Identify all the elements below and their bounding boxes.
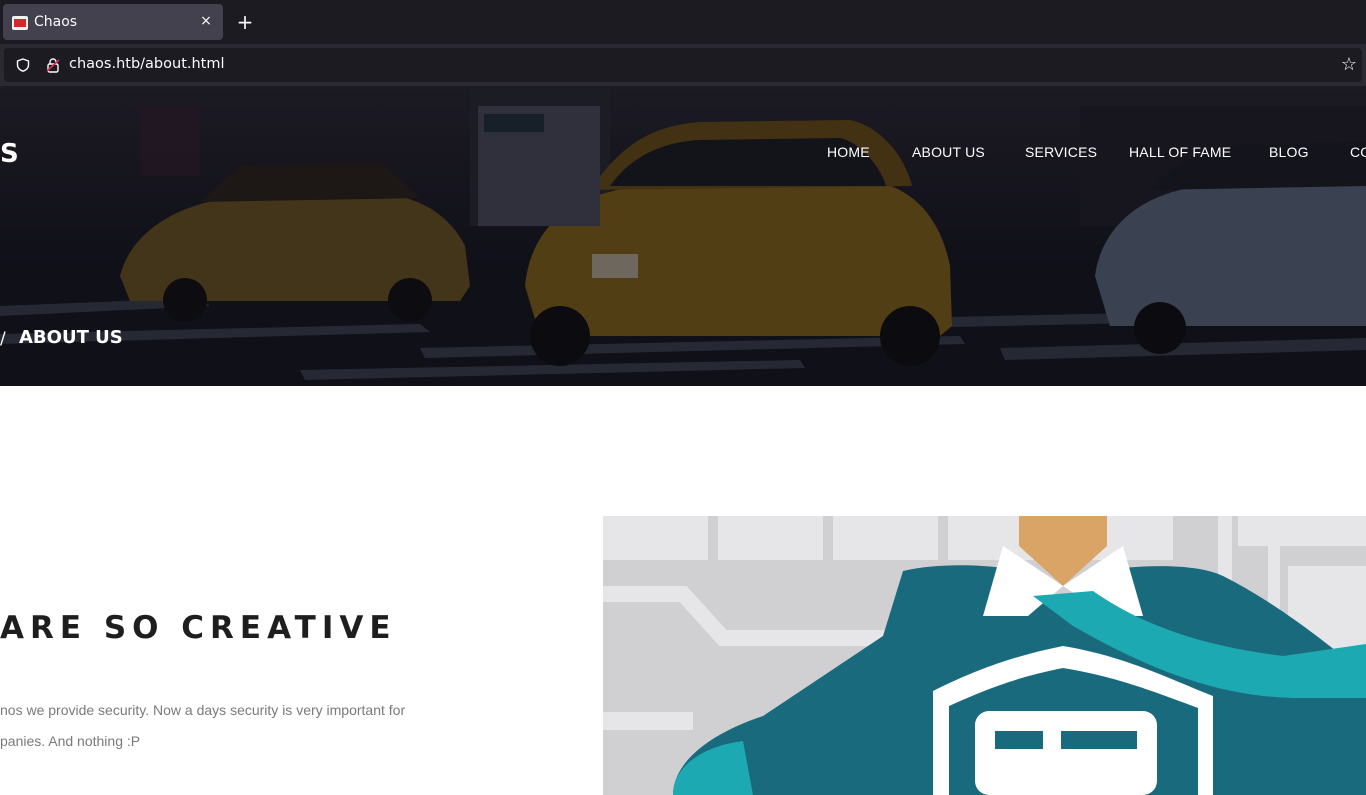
tab-chaos[interactable]: Chaos × xyxy=(3,4,223,40)
hero-background-image xyxy=(0,86,1366,386)
close-tab-icon[interactable]: × xyxy=(197,12,215,30)
breadcrumb-current-page: ABOUT US xyxy=(19,327,123,348)
tab-title: Chaos xyxy=(34,14,78,30)
security-hero-illustration xyxy=(603,516,1366,795)
insecure-lock-icon[interactable] xyxy=(45,57,61,73)
section-heading: ARE SO CREATIVE xyxy=(0,610,397,646)
superhero-graphic xyxy=(603,516,1366,795)
breadcrumb-separator: / xyxy=(0,329,6,349)
browser-chrome: Chaos × + chaos.htb/about.html ☆ xyxy=(0,0,1366,86)
shield-icon[interactable] xyxy=(16,58,30,72)
navigation-toolbar: chaos.htb/about.html ☆ xyxy=(0,44,1366,86)
tab-strip: Chaos × + xyxy=(0,0,1366,44)
section-paragraph: nos we provide security. Now a days secu… xyxy=(0,695,440,757)
nav-link-blog[interactable]: BLOG xyxy=(1269,144,1309,160)
hero-banner: S HOME ABOUT US SERVICES HALL OF FAME BL… xyxy=(0,86,1366,386)
new-tab-button[interactable]: + xyxy=(234,11,256,33)
site-favicon-icon xyxy=(12,16,28,30)
paragraph-line-1: nos we provide security. Now a days secu… xyxy=(0,702,406,718)
nav-link-contact[interactable]: CO xyxy=(1350,144,1366,160)
paragraph-line-2: panies. And nothing :P xyxy=(0,733,141,749)
site-logo-text[interactable]: S xyxy=(0,139,19,169)
bookmark-star-icon[interactable]: ☆ xyxy=(1339,55,1359,75)
nav-link-home[interactable]: HOME xyxy=(827,144,870,160)
nav-link-services[interactable]: SERVICES xyxy=(1025,144,1097,160)
address-bar[interactable]: chaos.htb/about.html ☆ xyxy=(4,48,1362,82)
nav-link-hall-of-fame[interactable]: HALL OF FAME xyxy=(1129,144,1231,160)
url-text[interactable]: chaos.htb/about.html xyxy=(69,56,225,72)
nav-link-about-us[interactable]: ABOUT US xyxy=(912,144,985,160)
